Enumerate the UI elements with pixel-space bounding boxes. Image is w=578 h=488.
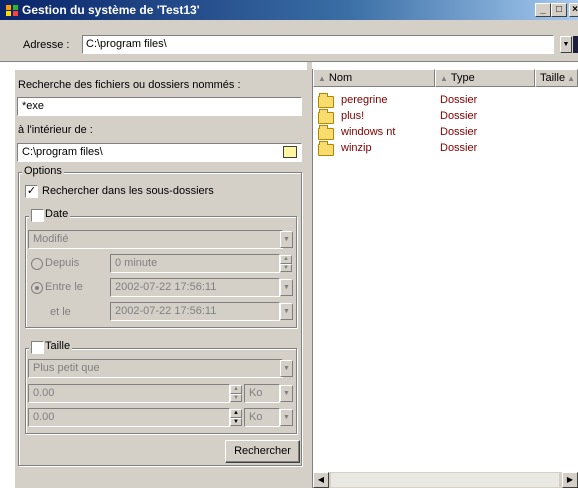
size1-spin-up-icon[interactable]: ▲ [230,385,242,394]
subfolders-label: Rechercher dans les sous-dossiers [42,185,214,197]
list-item[interactable]: peregrine Dossier [316,92,556,108]
column-header-type[interactable]: ▲ Type [435,69,535,87]
window-title: Gestion du système de 'Test13' [22,3,200,17]
name-search-label: Recherche des fichiers ou dossiers nommé… [18,79,241,91]
size-label: Taille [45,340,71,352]
list-item[interactable]: plus! Dossier [316,108,556,124]
sort-icon: ▲ [318,74,326,83]
since-input[interactable]: 0 minute [110,254,280,273]
app-icon [6,5,18,16]
size2-spin-down-icon[interactable]: ▼ [230,418,242,426]
sort-icon: ▲ [567,74,575,83]
address-label: Adresse : [23,39,70,51]
size-mode-select[interactable]: Plus petit que [28,359,283,378]
browse-folder-icon[interactable] [283,146,297,158]
address-dropdown-arrow[interactable]: ▼ [560,36,572,53]
size-mode-dropdown-icon[interactable]: ▼ [280,360,293,377]
between-radio[interactable] [31,282,43,294]
column-header-size[interactable]: Taille ▲ [535,69,578,87]
scroll-left-icon[interactable]: ◀ [313,472,329,488]
go-icon[interactable] [573,36,578,53]
inside-label: à l'intérieur de : [18,124,93,136]
options-legend: Options [22,165,64,177]
since-spin-down-icon[interactable]: ▼ [280,264,292,272]
folder-icon [318,93,334,108]
size-checkbox[interactable] [31,341,44,354]
sort-icon: ▲ [440,74,448,83]
and-date-input[interactable]: 2002-07-22 17:56:11 [110,302,280,321]
scrollbar-track[interactable] [331,473,559,487]
list-item[interactable]: winzip Dossier [316,140,556,156]
search-button[interactable]: Rechercher [225,440,300,463]
size-unit2-select[interactable]: Ko [244,408,280,427]
size-value1-input[interactable]: 0.00 [28,384,230,403]
and-date-dropdown-icon[interactable]: ▼ [280,303,293,320]
folder-icon [318,141,334,156]
date-label: Date [45,208,69,220]
and-label: et le [50,306,71,318]
since-spin-up-icon[interactable]: ▲ [280,255,292,264]
list-item[interactable]: windows nt Dossier [316,124,556,140]
minimize-button[interactable]: _ [535,3,551,17]
size2-spin-up-icon[interactable]: ▲ [230,409,242,418]
between-date-input[interactable]: 2002-07-22 17:56:11 [110,278,280,297]
since-label: Depuis [45,257,80,269]
maximize-button[interactable]: □ [551,3,567,17]
between-label: Entre le [45,281,83,293]
since-radio[interactable] [31,258,43,270]
size1-spin-down-icon[interactable]: ▼ [230,394,242,402]
size-unit2-dropdown-icon[interactable]: ▼ [280,409,293,426]
size-value2-input[interactable]: 0.00 [28,408,230,427]
folder-icon [318,125,334,140]
size-unit1-select[interactable]: Ko [244,384,280,403]
inside-folder-input[interactable]: C:\program files\ [17,143,302,162]
address-input[interactable]: C:\program files\ [82,35,554,54]
folder-icon [318,109,334,124]
date-mode-dropdown-icon[interactable]: ▼ [280,231,293,248]
close-button[interactable]: × [569,3,578,17]
between-date-dropdown-icon[interactable]: ▼ [280,279,293,296]
column-header-name[interactable]: ▲ Nom [313,69,435,87]
date-checkbox[interactable] [31,209,44,222]
date-mode-select[interactable]: Modifié [28,230,283,249]
name-search-input[interactable]: *exe [17,97,302,116]
scroll-right-icon[interactable]: ▶ [562,472,578,488]
subfolders-checkbox[interactable]: ✓ [25,185,38,198]
size-unit1-dropdown-icon[interactable]: ▼ [280,385,293,402]
